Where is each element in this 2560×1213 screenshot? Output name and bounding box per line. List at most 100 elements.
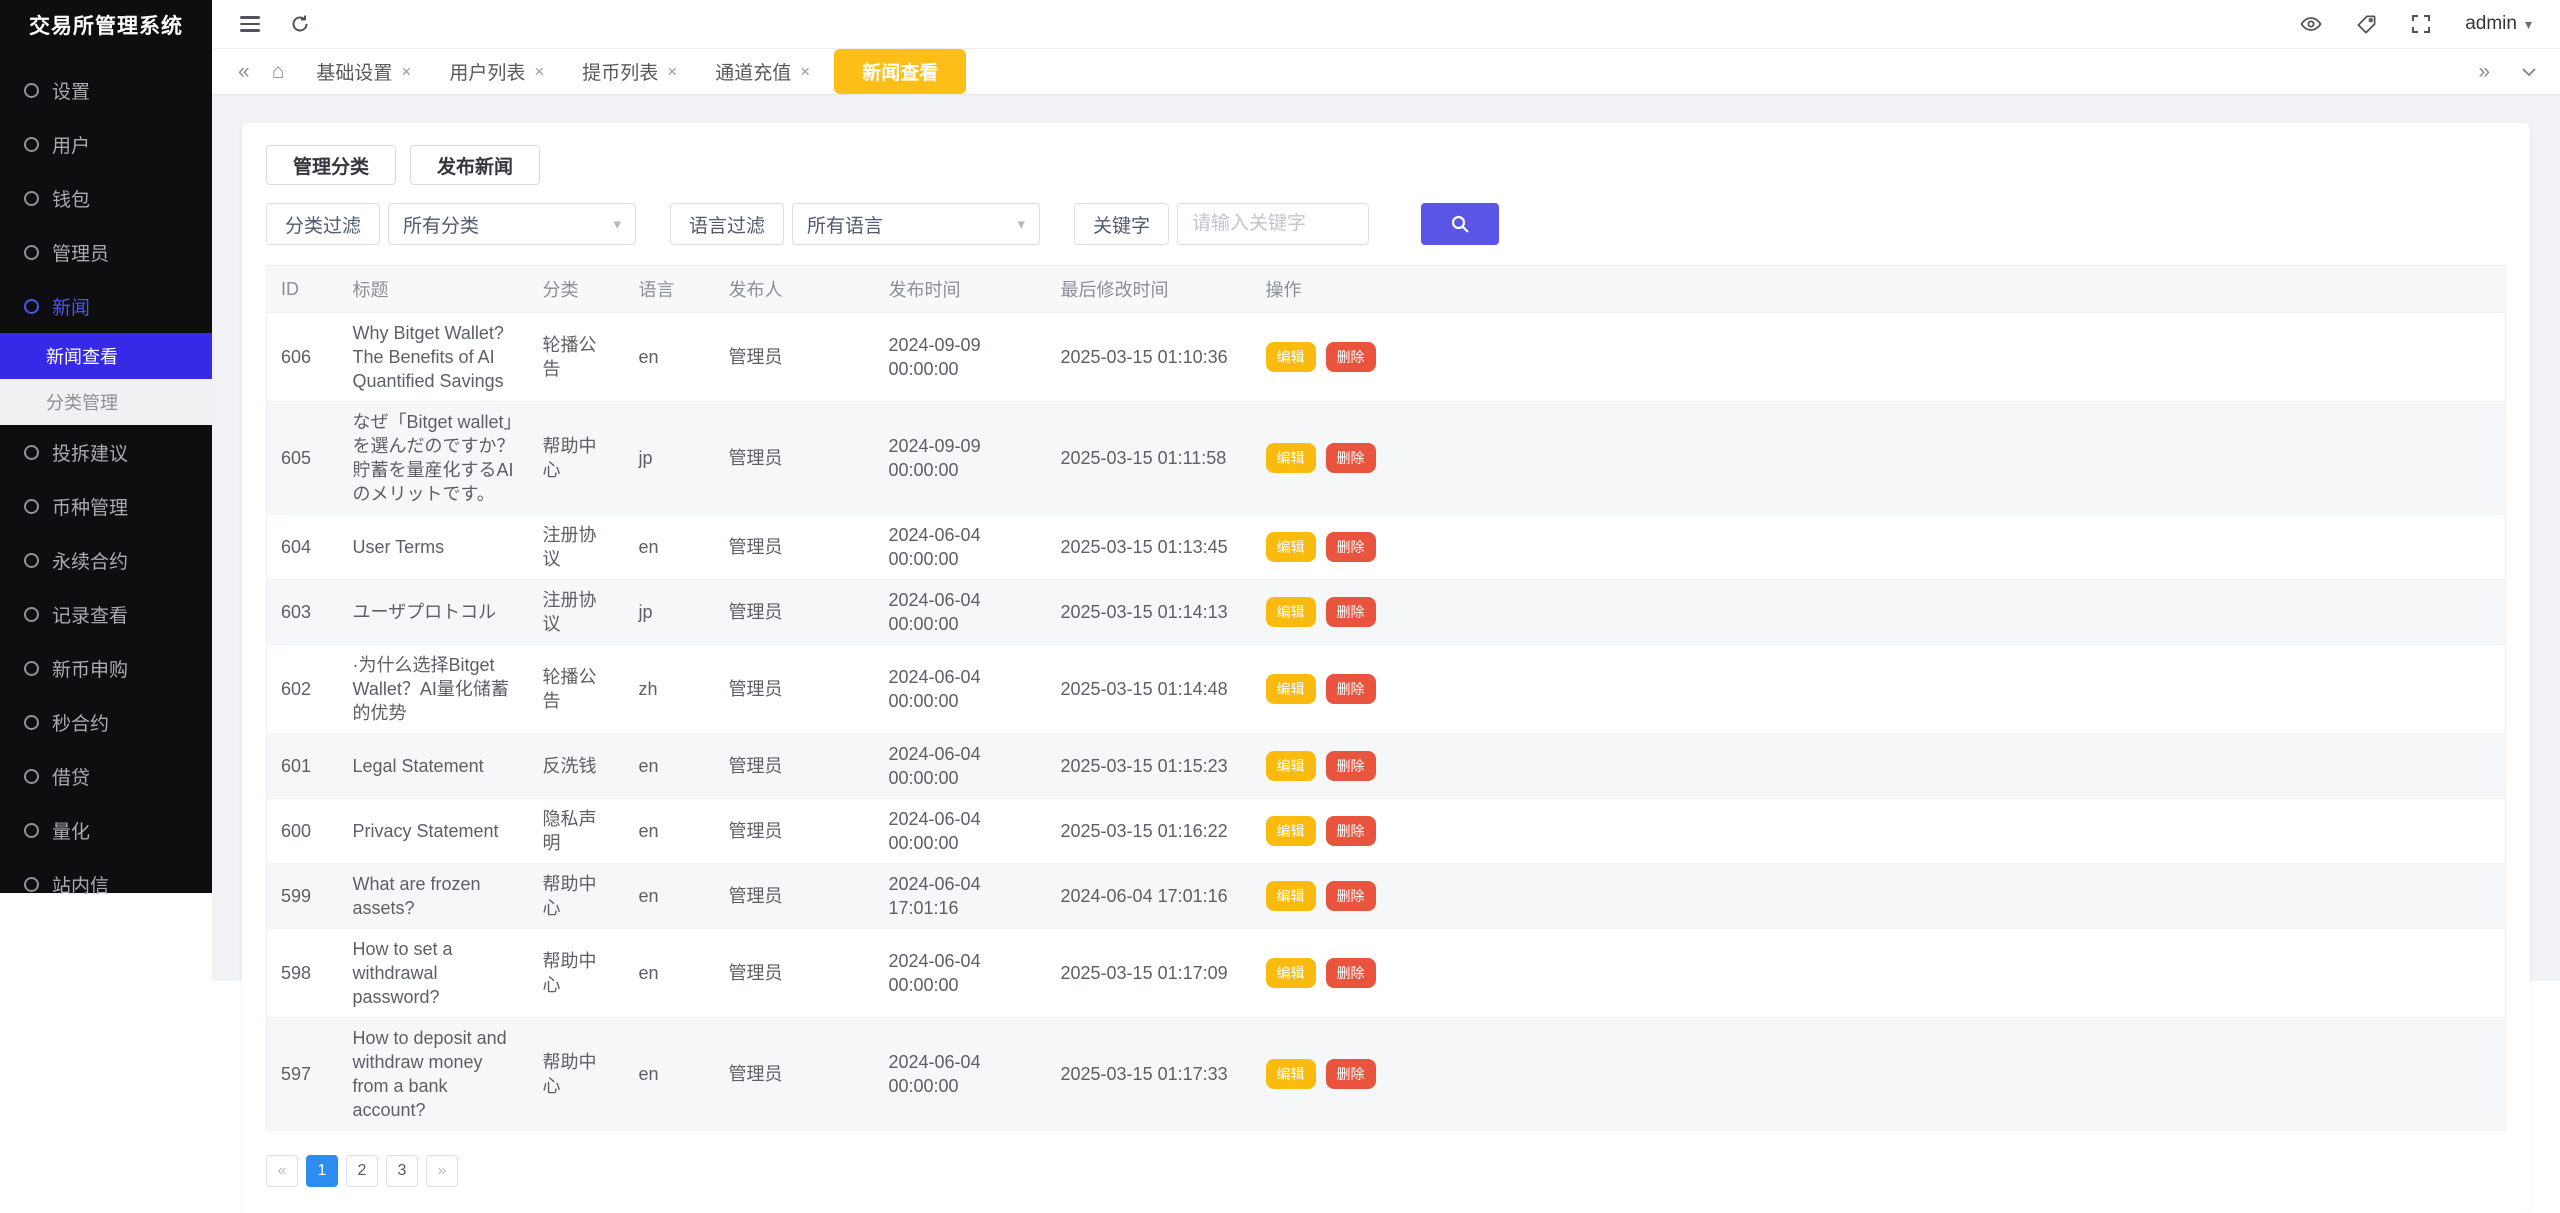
refresh-icon[interactable] [290, 14, 310, 34]
tabs-strip: 基础设置×用户列表×提币列表× 通道充值 × 新闻查看 [302, 49, 966, 94]
keyword-input[interactable] [1177, 203, 1369, 245]
sidebar-item-label: 秒合约 [52, 709, 109, 736]
sidebar-subitem-category-manage[interactable]: 分类管理 [0, 379, 212, 425]
edit-button[interactable]: 编辑 [1266, 443, 1316, 473]
cell-modified-time: 2025-03-15 01:14:48 [1047, 645, 1252, 734]
table-header-row: ID标题分类语言发布人发布时间最后修改时间操作 [267, 266, 2506, 313]
sidebar-item-inbox[interactable]: 站内信 [0, 857, 212, 911]
search-icon [1449, 213, 1471, 235]
sidebar-item-perpetual[interactable]: 永续合约 [0, 533, 212, 587]
sidebar-item-new-coin[interactable]: 新币申购 [0, 641, 212, 695]
edit-button[interactable]: 编辑 [1266, 751, 1316, 781]
sidebar-item-settings[interactable]: 设置 [0, 63, 212, 117]
cell-category: 帮助中心 [529, 929, 625, 1018]
cell-actions: 编辑删除 [1252, 515, 2506, 580]
language-filter-group: 语言过滤 所有语言 ▾ [670, 203, 1040, 245]
sidebar-item-records[interactable]: 记录查看 [0, 587, 212, 641]
edit-button[interactable]: 编辑 [1266, 674, 1316, 704]
close-icon[interactable]: × [534, 63, 544, 80]
cell-id: 599 [267, 864, 339, 929]
category-select[interactable]: 所有分类 ▾ [388, 203, 636, 245]
edit-button[interactable]: 编辑 [1266, 1059, 1316, 1089]
delete-button[interactable]: 删除 [1326, 958, 1376, 988]
cell-actions: 编辑删除 [1252, 929, 2506, 1018]
cell-id: 604 [267, 515, 339, 580]
pagination-next[interactable]: » [426, 1155, 458, 1187]
sidebar-subitem-news-view[interactable]: 新闻查看 [0, 333, 212, 379]
column-header-modified-time: 最后修改时间 [1047, 266, 1252, 313]
delete-button[interactable]: 删除 [1326, 816, 1376, 846]
language-select[interactable]: 所有语言 ▾ [792, 203, 1040, 245]
cell-publisher: 管理员 [715, 580, 875, 645]
edit-button[interactable]: 编辑 [1266, 816, 1316, 846]
sidebar-item-wallet[interactable]: 钱包 [0, 171, 212, 225]
cell-id: 601 [267, 734, 339, 799]
sidebar-item-feedback[interactable]: 投拆建议 [0, 425, 212, 479]
close-icon[interactable]: × [401, 63, 411, 80]
language-filter-label: 语言过滤 [670, 203, 784, 245]
cell-category: 注册协议 [529, 515, 625, 580]
delete-button[interactable]: 删除 [1326, 342, 1376, 372]
tag-icon[interactable] [2356, 14, 2377, 35]
edit-button[interactable]: 编辑 [1266, 597, 1316, 627]
tab-manage-category[interactable]: 管理分类 [266, 145, 396, 185]
fullscreen-icon[interactable] [2411, 14, 2431, 34]
sidebar-item-quant[interactable]: 量化 [0, 803, 212, 857]
table-row: 605なぜ「Bitget wallet」を選んだのですか？貯蓄を量産化するAIの… [267, 402, 2506, 515]
delete-button[interactable]: 删除 [1326, 674, 1376, 704]
menu-collapse-icon[interactable] [240, 16, 260, 32]
tab-withdraw-list[interactable]: 提币列表× [568, 50, 691, 93]
cell-lang: zh [625, 645, 715, 734]
column-header-category: 分类 [529, 266, 625, 313]
column-header-publisher: 发布人 [715, 266, 875, 313]
tabs-menu-chevron-icon[interactable] [2520, 63, 2538, 81]
eye-icon[interactable] [2300, 13, 2322, 35]
delete-button[interactable]: 删除 [1326, 532, 1376, 562]
pagination-page-2[interactable]: 2 [346, 1155, 378, 1187]
sidebar-item-users[interactable]: 用户 [0, 117, 212, 171]
tabs-scroll-left-icon[interactable]: « [234, 60, 254, 84]
sidebar-item-seconds-contract[interactable]: 秒合约 [0, 695, 212, 749]
sidebar-item-admins[interactable]: 管理员 [0, 225, 212, 279]
tab-channel-recharge[interactable]: 通道充值 × [701, 50, 824, 93]
pagination-page-1[interactable]: 1 [306, 1155, 338, 1187]
user-menu[interactable]: admin ▾ [2465, 13, 2532, 35]
main-column: admin ▾ « ⌂ 基础设置×用户列表×提币列表× 通道充值 × 新闻查看 » 管… [212, 0, 2560, 1061]
cell-title: How to deposit and withdraw money from a… [339, 1018, 529, 1131]
cell-modified-time: 2025-03-15 01:15:23 [1047, 734, 1252, 799]
close-icon[interactable]: × [800, 63, 810, 80]
tab-label: 通道充值 [715, 58, 791, 85]
tab-user-list[interactable]: 用户列表× [435, 50, 558, 93]
cell-modified-time: 2025-03-15 01:16:22 [1047, 799, 1252, 864]
delete-button[interactable]: 删除 [1326, 443, 1376, 473]
cell-category: 注册协议 [529, 580, 625, 645]
cell-publish-time: 2024-06-04 00:00:00 [875, 515, 1047, 580]
category-filter-group: 分类过滤 所有分类 ▾ [266, 203, 636, 245]
delete-button[interactable]: 删除 [1326, 881, 1376, 911]
sidebar-item-news[interactable]: 新闻 [0, 279, 212, 333]
table-row: 601Legal Statement反洗钱en管理员2024-06-04 00:… [267, 734, 2506, 799]
delete-button[interactable]: 删除 [1326, 1059, 1376, 1089]
delete-button[interactable]: 删除 [1326, 751, 1376, 781]
tab-news-view[interactable]: 新闻查看 [834, 49, 966, 94]
tab-publish-news[interactable]: 发布新闻 [410, 145, 540, 185]
search-button[interactable] [1421, 203, 1499, 245]
table-row: 604User Terms注册协议en管理员2024-06-04 00:00:0… [267, 515, 2506, 580]
sidebar-item-lending[interactable]: 借贷 [0, 749, 212, 803]
cell-category: 轮播公告 [529, 645, 625, 734]
pagination-prev[interactable]: « [266, 1155, 298, 1187]
cell-title: How to set a withdrawal password? [339, 929, 529, 1018]
close-icon[interactable]: × [667, 63, 677, 80]
edit-button[interactable]: 编辑 [1266, 958, 1316, 988]
edit-button[interactable]: 编辑 [1266, 342, 1316, 372]
pagination-page-3[interactable]: 3 [386, 1155, 418, 1187]
tabs-scroll-right-icon[interactable]: » [2474, 60, 2494, 84]
tab-base-settings[interactable]: 基础设置× [302, 50, 425, 93]
sidebar-item-coin-manage[interactable]: 币种管理 [0, 479, 212, 533]
edit-button[interactable]: 编辑 [1266, 532, 1316, 562]
edit-button[interactable]: 编辑 [1266, 881, 1316, 911]
delete-button[interactable]: 删除 [1326, 597, 1376, 627]
column-header-lang: 语言 [625, 266, 715, 313]
column-header-id: ID [267, 266, 339, 313]
home-tab-icon[interactable]: ⌂ [268, 60, 289, 84]
